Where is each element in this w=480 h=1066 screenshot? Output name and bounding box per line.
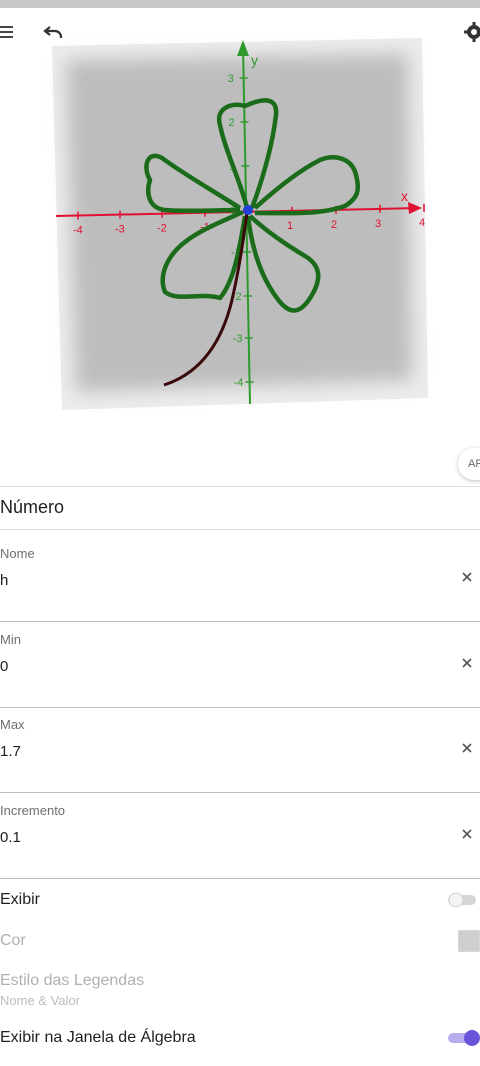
y-tick-label: -3 [233, 333, 243, 345]
field-max-label: Max [0, 717, 25, 732]
graphics-3d-view[interactable]: -4-3-2-101234 x 3210-1-2-3-4 y [0, 30, 480, 430]
clear-icon[interactable] [460, 827, 474, 841]
field-min[interactable]: Min 0 [0, 622, 480, 708]
x-tick-label: 1 [287, 220, 293, 232]
legend-style-value: Nome & Valor [0, 993, 80, 1008]
y-tick-label: 2 [228, 117, 234, 129]
x-tick-label: 4 [419, 217, 425, 229]
x-tick-label: -3 [115, 224, 125, 236]
field-max[interactable]: Max 1.7 [0, 707, 480, 793]
show-object-label: Exibir [0, 891, 41, 908]
field-min-value[interactable]: 0 [0, 658, 8, 675]
legend-style-label[interactable]: Estilo das Legendas [0, 972, 480, 990]
field-nome-value[interactable]: h [0, 572, 8, 589]
title-divider [0, 529, 480, 530]
x-tick-label: -2 [157, 223, 167, 235]
field-underline [0, 878, 480, 879]
show-in-algebra-label: Exibir na Janela de Álgebra [0, 1029, 196, 1046]
y-tick-label: 3 [228, 73, 234, 85]
field-nome[interactable]: Nome h [0, 536, 480, 622]
panel-title: Número [0, 497, 65, 517]
field-incremento-label: Incremento [0, 803, 66, 818]
y-axis-label: y [251, 52, 258, 68]
field-max-value[interactable]: 1.7 [0, 743, 21, 760]
x-axis-label: x [401, 188, 408, 204]
color-label: Cor [0, 932, 26, 949]
algebra-side-tab[interactable]: AP [458, 448, 480, 480]
field-incremento[interactable]: Incremento 0.1 [0, 793, 480, 879]
x-tick-label: 3 [375, 218, 381, 230]
x-tick-label: -4 [73, 225, 83, 237]
y-tick-label: -4 [234, 377, 244, 389]
clear-icon[interactable] [460, 570, 474, 584]
side-tab-label: AP [468, 458, 480, 470]
show-in-algebra-toggle[interactable] [446, 1029, 480, 1047]
field-nome-label: Nome [0, 546, 35, 561]
panel-top-divider [0, 486, 480, 487]
clear-icon[interactable] [460, 656, 474, 670]
color-swatch[interactable] [458, 930, 480, 952]
clear-icon[interactable] [460, 741, 474, 755]
point-origin[interactable] [243, 205, 253, 215]
x-tick-label: 2 [331, 219, 337, 231]
show-object-toggle[interactable] [446, 892, 480, 908]
field-incremento-value[interactable]: 0.1 [0, 829, 21, 846]
field-min-label: Min [0, 632, 21, 647]
top-status-strip [0, 0, 480, 8]
